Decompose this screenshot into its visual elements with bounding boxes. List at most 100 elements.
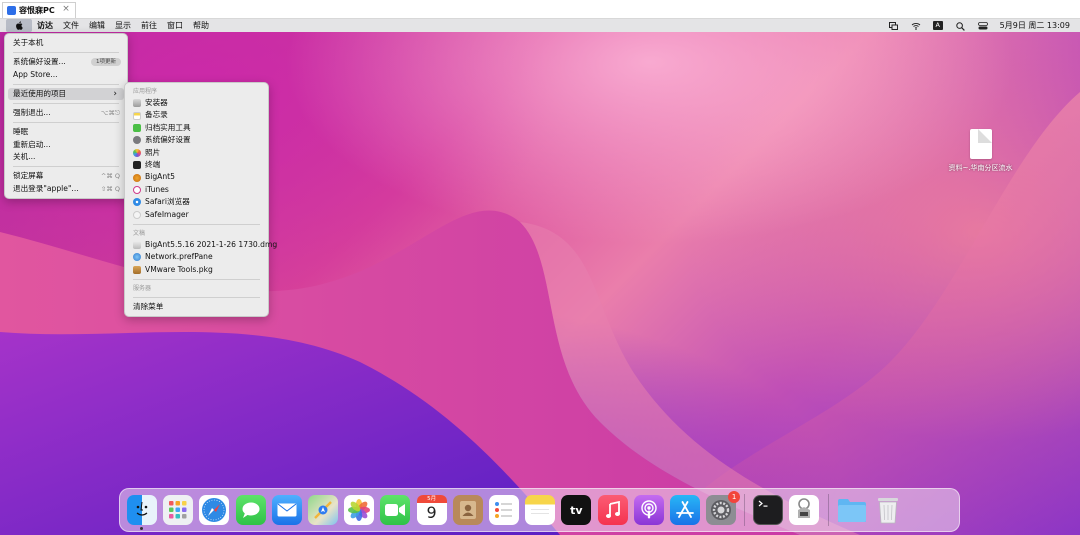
recent-app-terminal[interactable]: 终端 [125, 159, 268, 171]
installer-icon [133, 99, 141, 108]
menu-edit[interactable]: 编辑 [84, 19, 110, 32]
system-preferences-icon[interactable]: 1 [706, 491, 741, 525]
recent-doc-pkg[interactable]: VMware Tools.pkg [125, 264, 268, 276]
disk-image-icon [133, 241, 141, 250]
about-this-mac-item[interactable]: 关于本机 [5, 37, 127, 49]
menu-file[interactable]: 文件 [58, 19, 84, 32]
photos-icon [133, 148, 141, 157]
menu-separator [133, 223, 260, 225]
log-out-label: 退出登录"apple"... [13, 183, 79, 193]
package-icon [133, 265, 141, 274]
recent-doc-prefpane[interactable]: Network.prefPane [125, 251, 268, 263]
servers-header: 服务器 [133, 285, 152, 293]
menu-separator [13, 166, 119, 168]
automator-icon[interactable] [789, 495, 820, 525]
menu-help[interactable]: 帮助 [188, 19, 214, 32]
recent-app-archive-utility[interactable]: 归档实用工具 [125, 122, 268, 134]
trash-icon[interactable] [873, 495, 903, 525]
recent-app-label: 备忘录 [145, 110, 168, 120]
menu-view[interactable]: 显示 [110, 19, 136, 32]
window-tab-bar: 容恨寐PC × [0, 0, 1080, 19]
music-icon[interactable] [597, 495, 628, 525]
downloads-folder-icon[interactable] [837, 495, 867, 525]
recent-app-installer[interactable]: 安装器 [125, 97, 268, 109]
launchpad-icon[interactable] [163, 495, 194, 525]
reminders-icon[interactable] [488, 495, 519, 525]
tv-label: tv [570, 503, 583, 517]
mail-icon[interactable] [271, 495, 302, 525]
wifi-icon[interactable] [911, 22, 920, 30]
terminal-icon [133, 161, 141, 170]
dock: 5月 9 tv 1 [119, 488, 960, 532]
recent-app-system-preferences[interactable]: 系统偏好设置 [125, 134, 268, 146]
recent-app-safari[interactable]: Safari浏览器 [125, 196, 268, 208]
menu-separator [13, 52, 119, 54]
force-quit-item[interactable]: 强制退出... ⌥⌘⎋ [5, 107, 127, 119]
document-icon [969, 129, 992, 159]
window-tab[interactable]: 容恨寐PC × [2, 2, 76, 18]
recent-app-bigant5[interactable]: BigAnt5 [125, 171, 268, 183]
recent-app-label: 系统偏好设置 [145, 135, 191, 145]
desktop-file-label: 资料~.华南分区流水 [948, 164, 1013, 172]
recent-app-label: 安装器 [145, 98, 168, 107]
notes-icon[interactable] [525, 495, 556, 525]
screen-mirroring-icon[interactable] [888, 21, 898, 30]
calendar-icon[interactable]: 5月 9 [416, 495, 447, 525]
calendar-day: 9 [426, 503, 437, 522]
apple-menu: 关于本机 系统偏好设置... 1项更新 App Store... 最近使用的项目… [4, 33, 128, 199]
maps-icon[interactable] [308, 495, 339, 525]
remote-desktop-icon [7, 6, 16, 15]
settings-notification-badge: 1 [728, 491, 741, 503]
menu-window[interactable]: 窗口 [162, 19, 188, 32]
update-badge: 1项更新 [91, 58, 121, 67]
recent-doc-dmg[interactable]: BigAnt5.5.16 2021-1-26 1730.dmg [125, 239, 277, 251]
log-out-item[interactable]: 退出登录"apple"... ⇧⌘ Q [5, 183, 127, 195]
recent-items-item[interactable]: 最近使用的项目 › [8, 87, 124, 101]
photos-icon[interactable] [344, 495, 375, 525]
system-preferences-item[interactable]: 系统偏好设置... 1项更新 [5, 56, 127, 68]
tab-close-icon[interactable]: × [62, 4, 70, 14]
recent-app-photos[interactable]: 照片 [125, 147, 268, 159]
safari-icon[interactable] [199, 495, 230, 525]
podcasts-icon[interactable] [633, 495, 664, 525]
notes-icon [133, 111, 141, 120]
shutdown-item[interactable]: 关机... [5, 151, 127, 163]
recent-doc-label: VMware Tools.pkg [145, 264, 213, 274]
recent-doc-label: Network.prefPane [145, 252, 213, 262]
menu-bar: 访达 文件 编辑 显示 前往 窗口 帮助 A 5月9日 周二 13:09 [0, 19, 1080, 32]
app-store-icon[interactable] [669, 495, 700, 525]
finder-icon[interactable] [127, 495, 158, 530]
menu-finder[interactable]: 访达 [32, 19, 58, 32]
menu-separator [13, 103, 119, 105]
lock-screen-label: 锁定屏幕 [13, 171, 44, 181]
contacts-icon[interactable] [452, 495, 483, 525]
menu-go[interactable]: 前往 [136, 19, 162, 32]
facetime-icon[interactable] [380, 495, 411, 525]
lock-screen-item[interactable]: 锁定屏幕 ^⌘ Q [5, 170, 127, 182]
clear-menu-item[interactable]: 清除菜单 [125, 301, 268, 313]
terminal-icon[interactable] [753, 495, 784, 525]
apple-tv-icon[interactable]: tv [561, 495, 592, 525]
running-indicator [140, 527, 144, 530]
apple-menu-icon[interactable] [6, 19, 32, 32]
sleep-item[interactable]: 睡眠 [5, 126, 127, 138]
chevron-right-icon: › [113, 88, 117, 99]
menu-bar-clock[interactable]: 5月9日 周二 13:09 [1000, 20, 1070, 31]
recent-app-label: SafeImager [145, 209, 189, 219]
app-store-item[interactable]: App Store... [5, 69, 127, 81]
recent-app-itunes[interactable]: iTunes [125, 184, 268, 196]
force-quit-label: 强制退出... [13, 108, 51, 118]
restart-item[interactable]: 重新启动... [5, 139, 127, 151]
menu-separator [133, 279, 260, 281]
spotlight-search-icon[interactable] [955, 21, 965, 31]
recent-app-safeimager[interactable]: SafeImager [125, 209, 268, 221]
safeimager-icon [133, 210, 141, 219]
messages-icon[interactable] [235, 495, 266, 525]
safari-icon [133, 198, 141, 207]
recent-app-notes[interactable]: 备忘录 [125, 109, 268, 121]
network-globe-icon [133, 253, 141, 262]
input-method-icon[interactable]: A [932, 21, 943, 30]
control-center-icon[interactable] [977, 21, 988, 30]
recent-app-label: 照片 [145, 147, 161, 157]
desktop-file[interactable]: 资料~.华南分区流水 [943, 129, 1018, 173]
